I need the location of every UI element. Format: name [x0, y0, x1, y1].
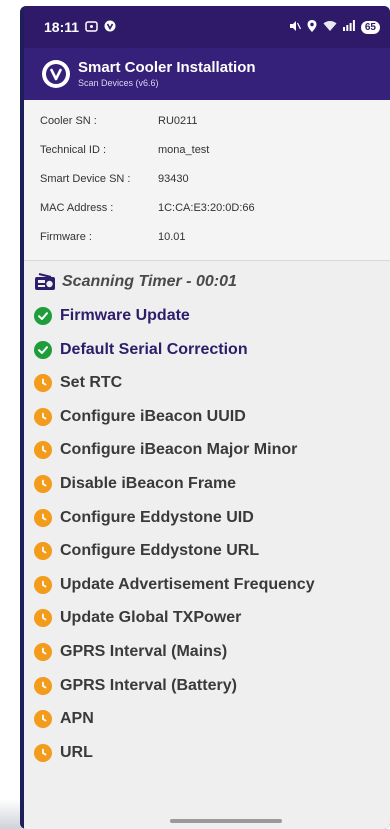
clock-icon — [34, 743, 52, 762]
step-label: Set RTC — [60, 374, 123, 392]
app-subtitle: Scan Devices (v6.6) — [78, 78, 159, 88]
step-label: Disable iBeacon Frame — [60, 475, 237, 492]
mute-icon — [289, 20, 301, 35]
step-label: Update Global TXPower — [60, 609, 242, 627]
step-item: Set RTC — [34, 369, 122, 397]
step-item: APN — [34, 705, 94, 733]
app-title: Smart Cooler Installation — [78, 59, 256, 76]
step-item: Update Global TXPower — [34, 604, 241, 632]
step-label: GPRS Interval (Battery) — [60, 676, 237, 694]
wifi-icon — [323, 20, 337, 35]
step-item: Configure Eddystone URL — [34, 537, 259, 565]
step-item: Update Advertisement Frequency — [34, 571, 315, 599]
step-item: GPRS Interval (Mains) — [34, 638, 227, 666]
clock-icon — [34, 475, 52, 493]
step-label: Update Advertisement Frequency — [60, 575, 315, 593]
background-shadow — [0, 799, 22, 829]
location-icon — [307, 19, 317, 35]
info-label: Cooler SN : — [40, 115, 97, 127]
step-label: URL — [60, 743, 93, 761]
info-label: MAC Address : — [40, 202, 114, 214]
step-label: Default Serial Correction — [60, 340, 248, 358]
check-circle-icon — [34, 307, 52, 325]
clock-icon — [34, 441, 52, 460]
shield-icon — [104, 19, 116, 35]
clock-icon — [34, 676, 52, 695]
step-item: Disable iBeacon Frame — [34, 470, 236, 498]
status-bar: 18:11 65 — [24, 6, 390, 48]
info-row-firmware: Firmware : 10.01 — [40, 223, 390, 251]
check-circle-icon — [34, 340, 52, 359]
signal-icon — [342, 20, 355, 34]
clock-icon — [34, 542, 52, 561]
step-item: Firmware Update — [34, 302, 190, 330]
device-info-panel: Cooler SN : RU0211 Technical ID : mona_t… — [24, 100, 390, 261]
step-item: Configure Eddystone UID — [34, 504, 254, 532]
clock-icon — [34, 374, 52, 393]
step-label: Configure iBeacon Major Minor — [60, 441, 298, 459]
step-label: GPRS Interval (Mains) — [60, 643, 228, 660]
info-row-mac-address: MAC Address : 1C:CA:E3:20:0D:66 — [40, 194, 390, 222]
clock-icon — [34, 508, 52, 527]
clock-icon — [34, 575, 52, 594]
app-screen: 18:11 65 Smart Cooler Installation Scan … — [24, 6, 390, 829]
step-item: Configure iBeacon Major Minor — [34, 436, 297, 464]
info-value: 93430 — [158, 173, 189, 185]
clock-icon — [34, 710, 52, 729]
step-label: Firmware Update — [60, 307, 190, 324]
info-value: 1C:CA:E3:20:0D:66 — [158, 202, 255, 214]
info-label: Technical ID : — [40, 144, 107, 156]
info-label: Firmware : — [40, 231, 92, 243]
battery-badge: 65 — [360, 20, 380, 34]
step-label: Configure iBeacon UUID — [60, 407, 246, 425]
clock-icon — [34, 643, 52, 661]
status-time: 18:11 — [44, 19, 80, 35]
clock-icon — [34, 407, 52, 426]
info-value: mona_test — [158, 144, 210, 156]
info-row-cooler-sn: Cooler SN : RU0211 — [40, 107, 390, 135]
cast-icon — [85, 19, 98, 35]
step-item: Configure iBeacon UUID — [34, 403, 246, 431]
radio-icon — [34, 273, 56, 291]
clock-icon — [34, 609, 52, 628]
scanning-timer-label: Scanning Timer - 00:01 — [62, 273, 237, 290]
info-label: Smart Device SN : — [40, 173, 131, 185]
scanning-timer: Scanning Timer - 00:01 — [34, 268, 237, 296]
step-item: Default Serial Correction — [34, 336, 248, 364]
app-bar: Smart Cooler Installation Scan Devices (… — [24, 48, 390, 100]
step-label: Configure Eddystone UID — [60, 508, 254, 526]
info-row-technical-id: Technical ID : mona_test — [40, 136, 390, 164]
step-item: GPRS Interval (Battery) — [34, 672, 237, 700]
info-value: RU0211 — [158, 115, 198, 127]
phone-frame: 18:11 65 Smart Cooler Installation Scan … — [20, 6, 390, 829]
home-indicator[interactable] — [170, 819, 282, 823]
step-label: APN — [60, 710, 94, 728]
info-value: 10.01 — [158, 231, 186, 243]
info-row-smart-device-sn: Smart Device SN : 93430 — [40, 165, 390, 193]
step-item: URL — [34, 739, 93, 767]
app-logo-icon — [42, 60, 70, 88]
step-label: Configure Eddystone URL — [60, 542, 260, 560]
